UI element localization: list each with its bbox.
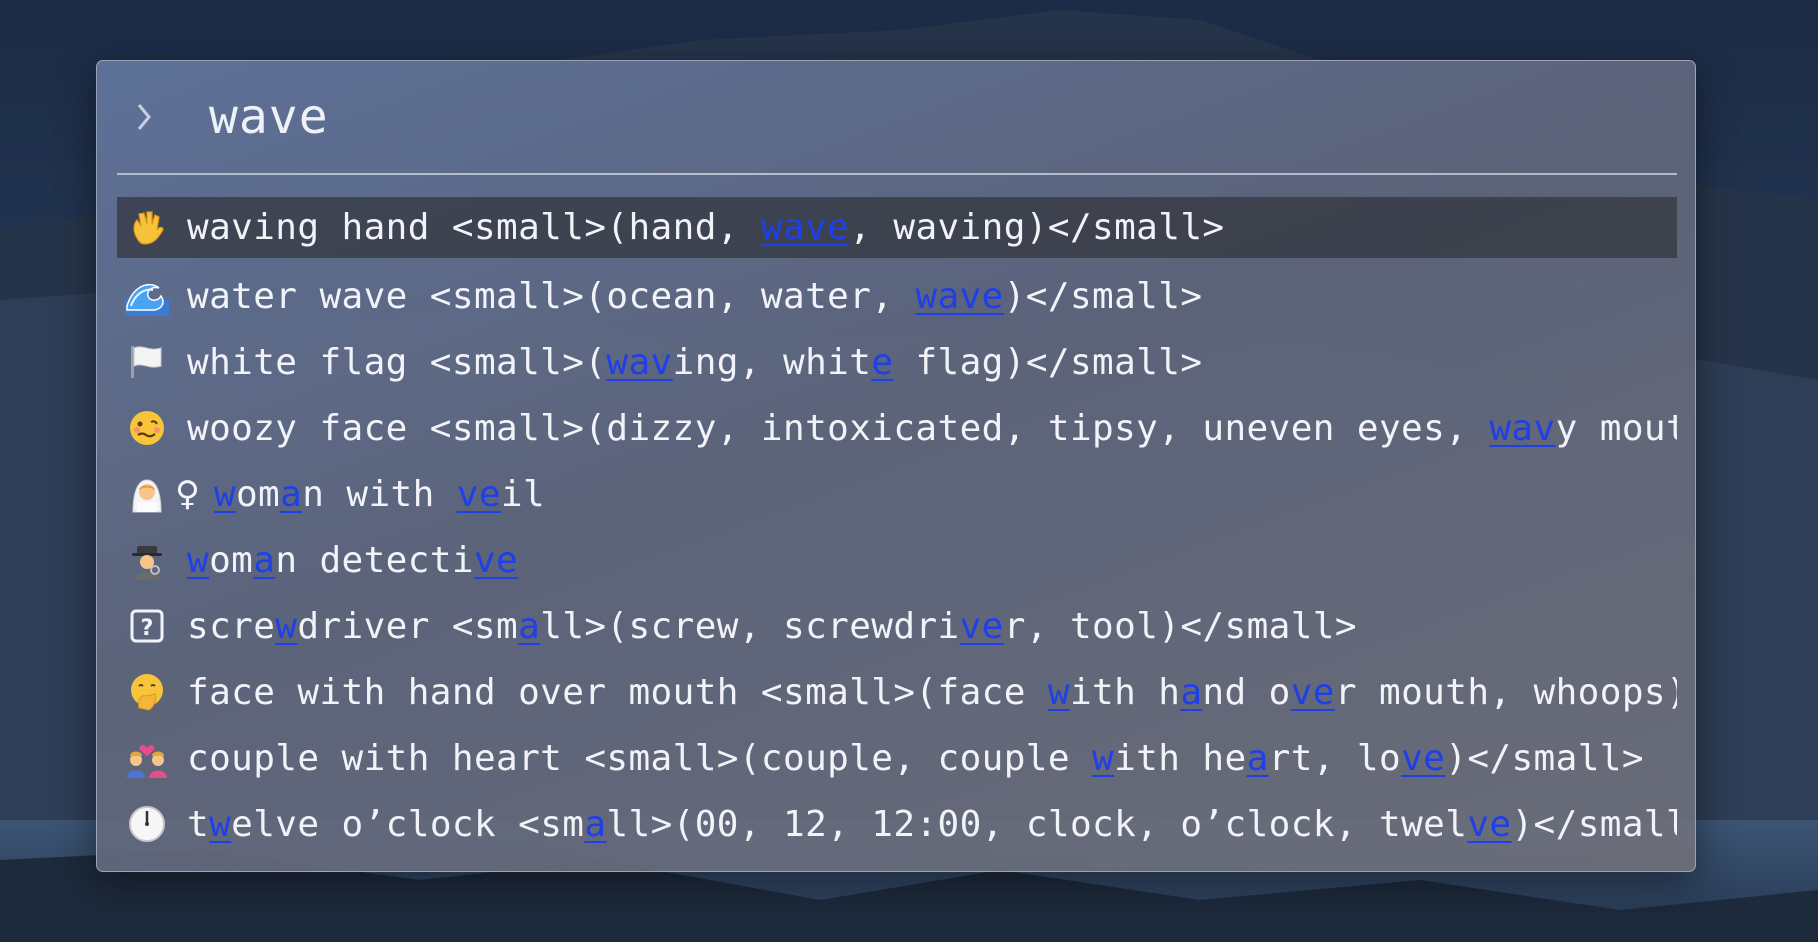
missing-glyph-icon: ? [121, 604, 173, 648]
label-segment: , waving)</small> [849, 207, 1225, 248]
match-highlight: w [275, 605, 298, 647]
label-segment: couple with heart <small>(couple, couple [187, 737, 1093, 779]
result-label: woozy face <small>(dizzy, intoxicated, t… [187, 408, 1677, 449]
label-segment: r, tool)</small> [1003, 605, 1357, 647]
label-segment: )</small> [1003, 275, 1203, 317]
divider [117, 173, 1677, 175]
waving-hand-icon [121, 206, 173, 250]
result-label: woman with veil [214, 474, 545, 515]
result-item[interactable]: couple with heart <small>(couple, couple… [117, 725, 1677, 791]
match-highlight: ve [1401, 737, 1446, 779]
match-highlight: a [253, 539, 276, 581]
match-highlight: a [518, 605, 541, 647]
water-wave-icon [121, 274, 173, 318]
match-highlight: wav [606, 341, 673, 383]
match-highlight: a [584, 803, 607, 845]
chevron-right-icon [137, 104, 151, 130]
result-label: twelve o’clock <small>(00, 12, 12:00, cl… [187, 804, 1677, 845]
match-highlight: ve [456, 473, 501, 515]
woozy-face-icon [121, 406, 173, 450]
white-flag-icon [121, 340, 173, 384]
label-segment: face with hand over mouth <small>(face [187, 671, 1048, 713]
woman-detective-icon [121, 538, 173, 582]
label-segment: nd o [1202, 671, 1291, 713]
label-segment: water wave <small>(ocean, water, [187, 275, 916, 317]
match-highlight: ve [1467, 803, 1512, 845]
result-item[interactable]: water wave <small>(ocean, water, wave)</… [117, 263, 1677, 329]
result-item[interactable]: woman detective [117, 527, 1677, 593]
label-segment: om [209, 539, 254, 581]
label-segment: woozy face <small>(dizzy, intoxicated, t… [187, 407, 1490, 449]
label-segment: rt, lo [1268, 737, 1402, 779]
match-highlight: ve [959, 605, 1004, 647]
result-label: couple with heart <small>(couple, couple… [187, 738, 1644, 779]
label-segment: t [187, 803, 210, 845]
label-segment: n detecti [275, 539, 474, 581]
label-segment: om [235, 473, 281, 515]
match-highlight: e [871, 341, 894, 383]
match-highlight: wave [760, 207, 850, 248]
match-highlight: a [280, 473, 303, 515]
label-segment: )</small> [1511, 803, 1677, 845]
search-bar [117, 61, 1677, 173]
match-highlight: ve [473, 539, 519, 581]
label-segment: white flag <small>( [187, 341, 607, 383]
match-highlight: w [1092, 737, 1115, 779]
result-item[interactable]: twelve o’clock <small>(00, 12, 12:00, cl… [117, 791, 1677, 857]
result-label: waving hand <small>(hand, wave, waving)<… [187, 207, 1224, 248]
twelve-oclock-icon [121, 802, 173, 846]
label-segment: ing, whit [672, 341, 872, 383]
label-segment: n with [302, 473, 457, 515]
result-item[interactable]: ♀ woman with veil [117, 461, 1677, 527]
result-item[interactable]: face with hand over mouth <small>(face w… [117, 659, 1677, 725]
female-sign-icon: ♀ [175, 474, 200, 514]
face-with-hand-over-mouth-icon [121, 670, 173, 714]
label-segment: elve o’clock <sm [231, 803, 585, 845]
label-segment: )</small> [1445, 737, 1644, 779]
label-segment: waving hand <small>(hand, [187, 207, 761, 248]
match-highlight: wav [1489, 407, 1556, 449]
result-label: face with hand over mouth <small>(face w… [187, 672, 1677, 713]
result-label: water wave <small>(ocean, water, wave)</… [187, 276, 1202, 317]
svg-text:?: ? [141, 616, 154, 641]
match-highlight: ve [1290, 671, 1335, 713]
result-item[interactable]: waving hand <small>(hand, wave, waving)<… [117, 197, 1677, 258]
label-segment: ith h [1069, 671, 1181, 713]
match-highlight: a [1180, 671, 1203, 713]
woman-with-veil-icon [121, 472, 173, 516]
result-item[interactable]: ? screwdriver <small>(screw, screwdriver… [117, 593, 1677, 659]
couple-with-heart-icon [121, 736, 173, 780]
label-segment: ll>(screw, screwdri [540, 605, 960, 647]
label-segment: ll>(00, 12, 12:00, clock, o’clock, twel [606, 803, 1468, 845]
search-input[interactable] [209, 77, 1649, 157]
label-segment: flag)</small> [893, 341, 1203, 383]
match-highlight: w [213, 473, 236, 515]
result-item[interactable]: woozy face <small>(dizzy, intoxicated, t… [117, 395, 1677, 461]
match-highlight: a [1246, 737, 1269, 779]
match-highlight: w [209, 803, 232, 845]
emoji-picker-panel: waving hand <small>(hand, wave, waving)<… [96, 60, 1696, 872]
label-segment: ith he [1114, 737, 1247, 779]
label-segment: driver <sm [297, 605, 519, 647]
match-highlight: w [187, 539, 210, 581]
result-label: woman detective [187, 540, 518, 581]
match-highlight: w [1047, 671, 1070, 713]
match-highlight: wave [915, 275, 1004, 317]
result-label: white flag <small>(waving, white flag)</… [187, 342, 1202, 383]
label-segment: y mouth)</small> [1555, 407, 1677, 449]
result-item[interactable]: white flag <small>(waving, white flag)</… [117, 329, 1677, 395]
label-segment: r mouth, whoops)</small> [1334, 671, 1677, 713]
label-segment: il [500, 473, 546, 515]
results-list: waving hand <small>(hand, wave, waving)<… [117, 197, 1677, 857]
label-segment: scre [187, 605, 276, 647]
result-label: screwdriver <small>(screw, screwdriver, … [187, 606, 1357, 647]
